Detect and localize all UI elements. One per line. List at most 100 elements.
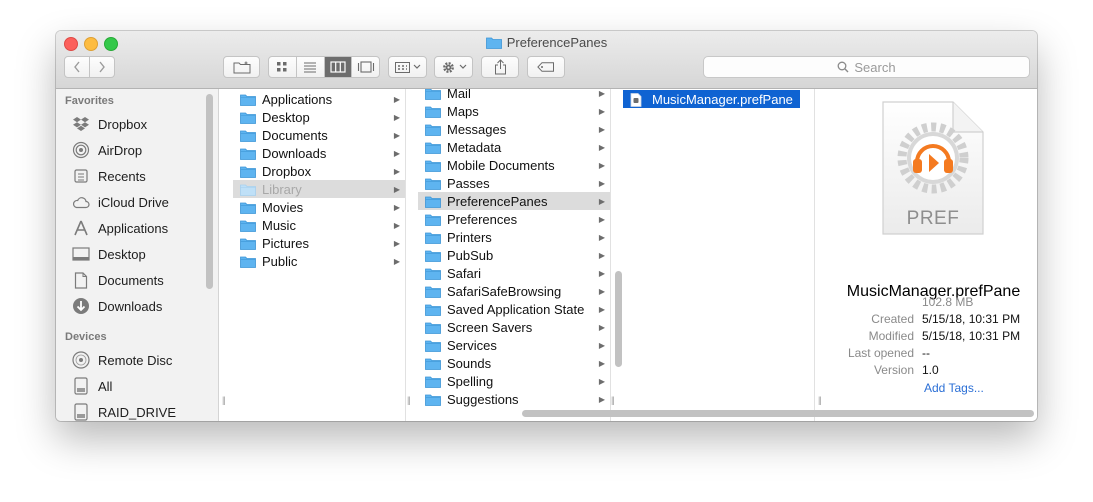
folder-row[interactable]: Metadata ▶: [418, 138, 610, 156]
folder-row[interactable]: Applications ▶: [233, 90, 405, 108]
folder-row[interactable]: Messages ▶: [418, 120, 610, 138]
folder-row[interactable]: Spelling ▶: [418, 372, 610, 390]
disclosure-arrow-icon: ▶: [393, 202, 400, 212]
sidebar-item-airdrop[interactable]: AirDrop: [70, 139, 142, 161]
sidebar-item-all[interactable]: All: [70, 375, 112, 397]
row-label: Preferences: [447, 211, 518, 227]
share-button[interactable]: [481, 56, 519, 78]
browser-column-home: Applications ▶ Desktop ▶ Documents ▶ Downloads…: [233, 89, 406, 421]
column-view-button[interactable]: [324, 57, 353, 77]
group-by-button[interactable]: [388, 56, 427, 78]
column-view-icon: [330, 61, 346, 73]
folder-row[interactable]: Saved Application State ▶: [418, 300, 610, 318]
gallery-view-icon: [357, 61, 374, 73]
folder-icon: [425, 213, 441, 226]
folder-row[interactable]: PubSub ▶: [418, 246, 610, 264]
folder-row[interactable]: Public ▶: [233, 252, 405, 270]
folder-icon: [425, 159, 441, 172]
sidebar-item-recents[interactable]: Recents: [70, 165, 146, 187]
folder-row[interactable]: Mobile Documents ▶: [418, 156, 610, 174]
row-label: MusicManager.prefPane: [652, 91, 793, 107]
disclosure-arrow-icon: ▶: [393, 220, 400, 230]
disclosure-arrow-icon: ▶: [598, 196, 605, 206]
disclosure-arrow-icon: ▶: [598, 89, 605, 98]
row-label: Saved Application State: [447, 301, 585, 317]
add-tags-link[interactable]: Add Tags...: [924, 381, 984, 395]
folder-row[interactable]: Music ▶: [233, 216, 405, 234]
sidebar-item-downloads[interactable]: Downloads: [70, 295, 162, 317]
file-row[interactable]: MusicManager.prefPane: [623, 90, 800, 108]
folder-row[interactable]: Documents ▶: [233, 126, 405, 144]
search-placeholder: Search: [854, 59, 896, 75]
view-mode-selector: [268, 56, 380, 78]
sidebar-item-remote-disc[interactable]: Remote Disc: [70, 349, 172, 371]
modified-value: 5/15/18, 10:31 PM: [922, 329, 1021, 343]
devices-header: Devices: [65, 331, 107, 343]
folder-row[interactable]: Pictures ▶: [233, 234, 405, 252]
sidebar-item-label: Downloads: [98, 298, 163, 314]
folder-icon: [425, 357, 441, 370]
sidebar-item-raid-drive[interactable]: RAID_DRIVE: [70, 401, 176, 421]
folder-row[interactable]: SafariSafeBrowsing ▶: [418, 282, 610, 300]
folder-row[interactable]: Dropbox ▶: [233, 162, 405, 180]
row-label: Suggestions: [447, 391, 519, 407]
sidebar-item-desktop[interactable]: Desktop: [70, 243, 146, 265]
disclosure-arrow-icon: ▶: [598, 376, 605, 386]
window-title: PreferencePanes: [56, 35, 1037, 52]
column-resize-handle[interactable]: ||: [407, 395, 411, 415]
sidebar-scrollbar[interactable]: [206, 94, 213, 289]
column-scrollbar[interactable]: [615, 271, 622, 367]
folder-row[interactable]: Library ▶: [233, 180, 405, 198]
meta-label: Last opened: [847, 346, 914, 360]
folder-row[interactable]: Maps ▶: [418, 102, 610, 120]
folder-row[interactable]: Passes ▶: [418, 174, 610, 192]
folder-row[interactable]: Sounds ▶: [418, 354, 610, 372]
sidebar-item-label: Remote Disc: [98, 352, 173, 368]
tag-icon: [537, 62, 554, 72]
folder-row[interactable]: Mail ▶: [418, 89, 610, 102]
action-button[interactable]: [434, 56, 473, 78]
icon-view-button[interactable]: [269, 57, 297, 77]
folder-icon: [425, 231, 441, 244]
folder-icon: [240, 111, 256, 124]
horizontal-scrollbar[interactable]: [522, 410, 1034, 417]
folder-row[interactable]: Desktop ▶: [233, 108, 405, 126]
meta-label: Created: [871, 312, 914, 326]
forward-button[interactable]: [90, 57, 114, 77]
disclosure-arrow-icon: ▶: [393, 256, 400, 266]
cloud-icon: [70, 193, 92, 211]
folder-row[interactable]: Safari ▶: [418, 264, 610, 282]
sidebar-item-dropbox[interactable]: Dropbox: [70, 113, 147, 135]
folder-icon: [425, 249, 441, 262]
folder-row[interactable]: Downloads ▶: [233, 144, 405, 162]
sidebar-item-documents[interactable]: Documents: [70, 269, 164, 291]
folder-row[interactable]: Preferences ▶: [418, 210, 610, 228]
sidebar-item-applications[interactable]: Applications: [70, 217, 168, 239]
folder-row[interactable]: Screen Savers ▶: [418, 318, 610, 336]
applications-icon: [70, 219, 92, 237]
folder-row[interactable]: Services ▶: [418, 336, 610, 354]
row-label: Services: [447, 337, 497, 353]
row-label: PubSub: [447, 247, 494, 263]
search-field[interactable]: Search: [703, 56, 1030, 78]
disclosure-arrow-icon: ▶: [598, 322, 605, 332]
disclosure-arrow-icon: ▶: [598, 214, 605, 224]
folder-row[interactable]: Movies ▶: [233, 198, 405, 216]
back-button[interactable]: [65, 57, 90, 77]
new-folder-button[interactable]: [223, 56, 260, 78]
folder-row[interactable]: Suggestions ▶: [418, 390, 610, 408]
disclosure-arrow-icon: ▶: [598, 340, 605, 350]
column-resize-handle[interactable]: ||: [222, 395, 226, 415]
gallery-view-button[interactable]: [352, 57, 379, 77]
folder-row[interactable]: Printers ▶: [418, 228, 610, 246]
folder-row[interactable]: PreferencePanes ▶: [418, 192, 610, 210]
title-bar: PreferencePanes Search: [56, 31, 1037, 89]
list-view-button[interactable]: [297, 57, 325, 77]
folder-icon: [425, 177, 441, 190]
sidebar-item-label: RAID_DRIVE: [98, 404, 177, 420]
sidebar-item-icloud-drive[interactable]: iCloud Drive: [70, 191, 169, 213]
sidebar-item-label: Documents: [98, 272, 164, 288]
row-label: Passes: [447, 175, 490, 191]
window-title-text: PreferencePanes: [506, 35, 608, 50]
tags-button[interactable]: [527, 56, 565, 78]
